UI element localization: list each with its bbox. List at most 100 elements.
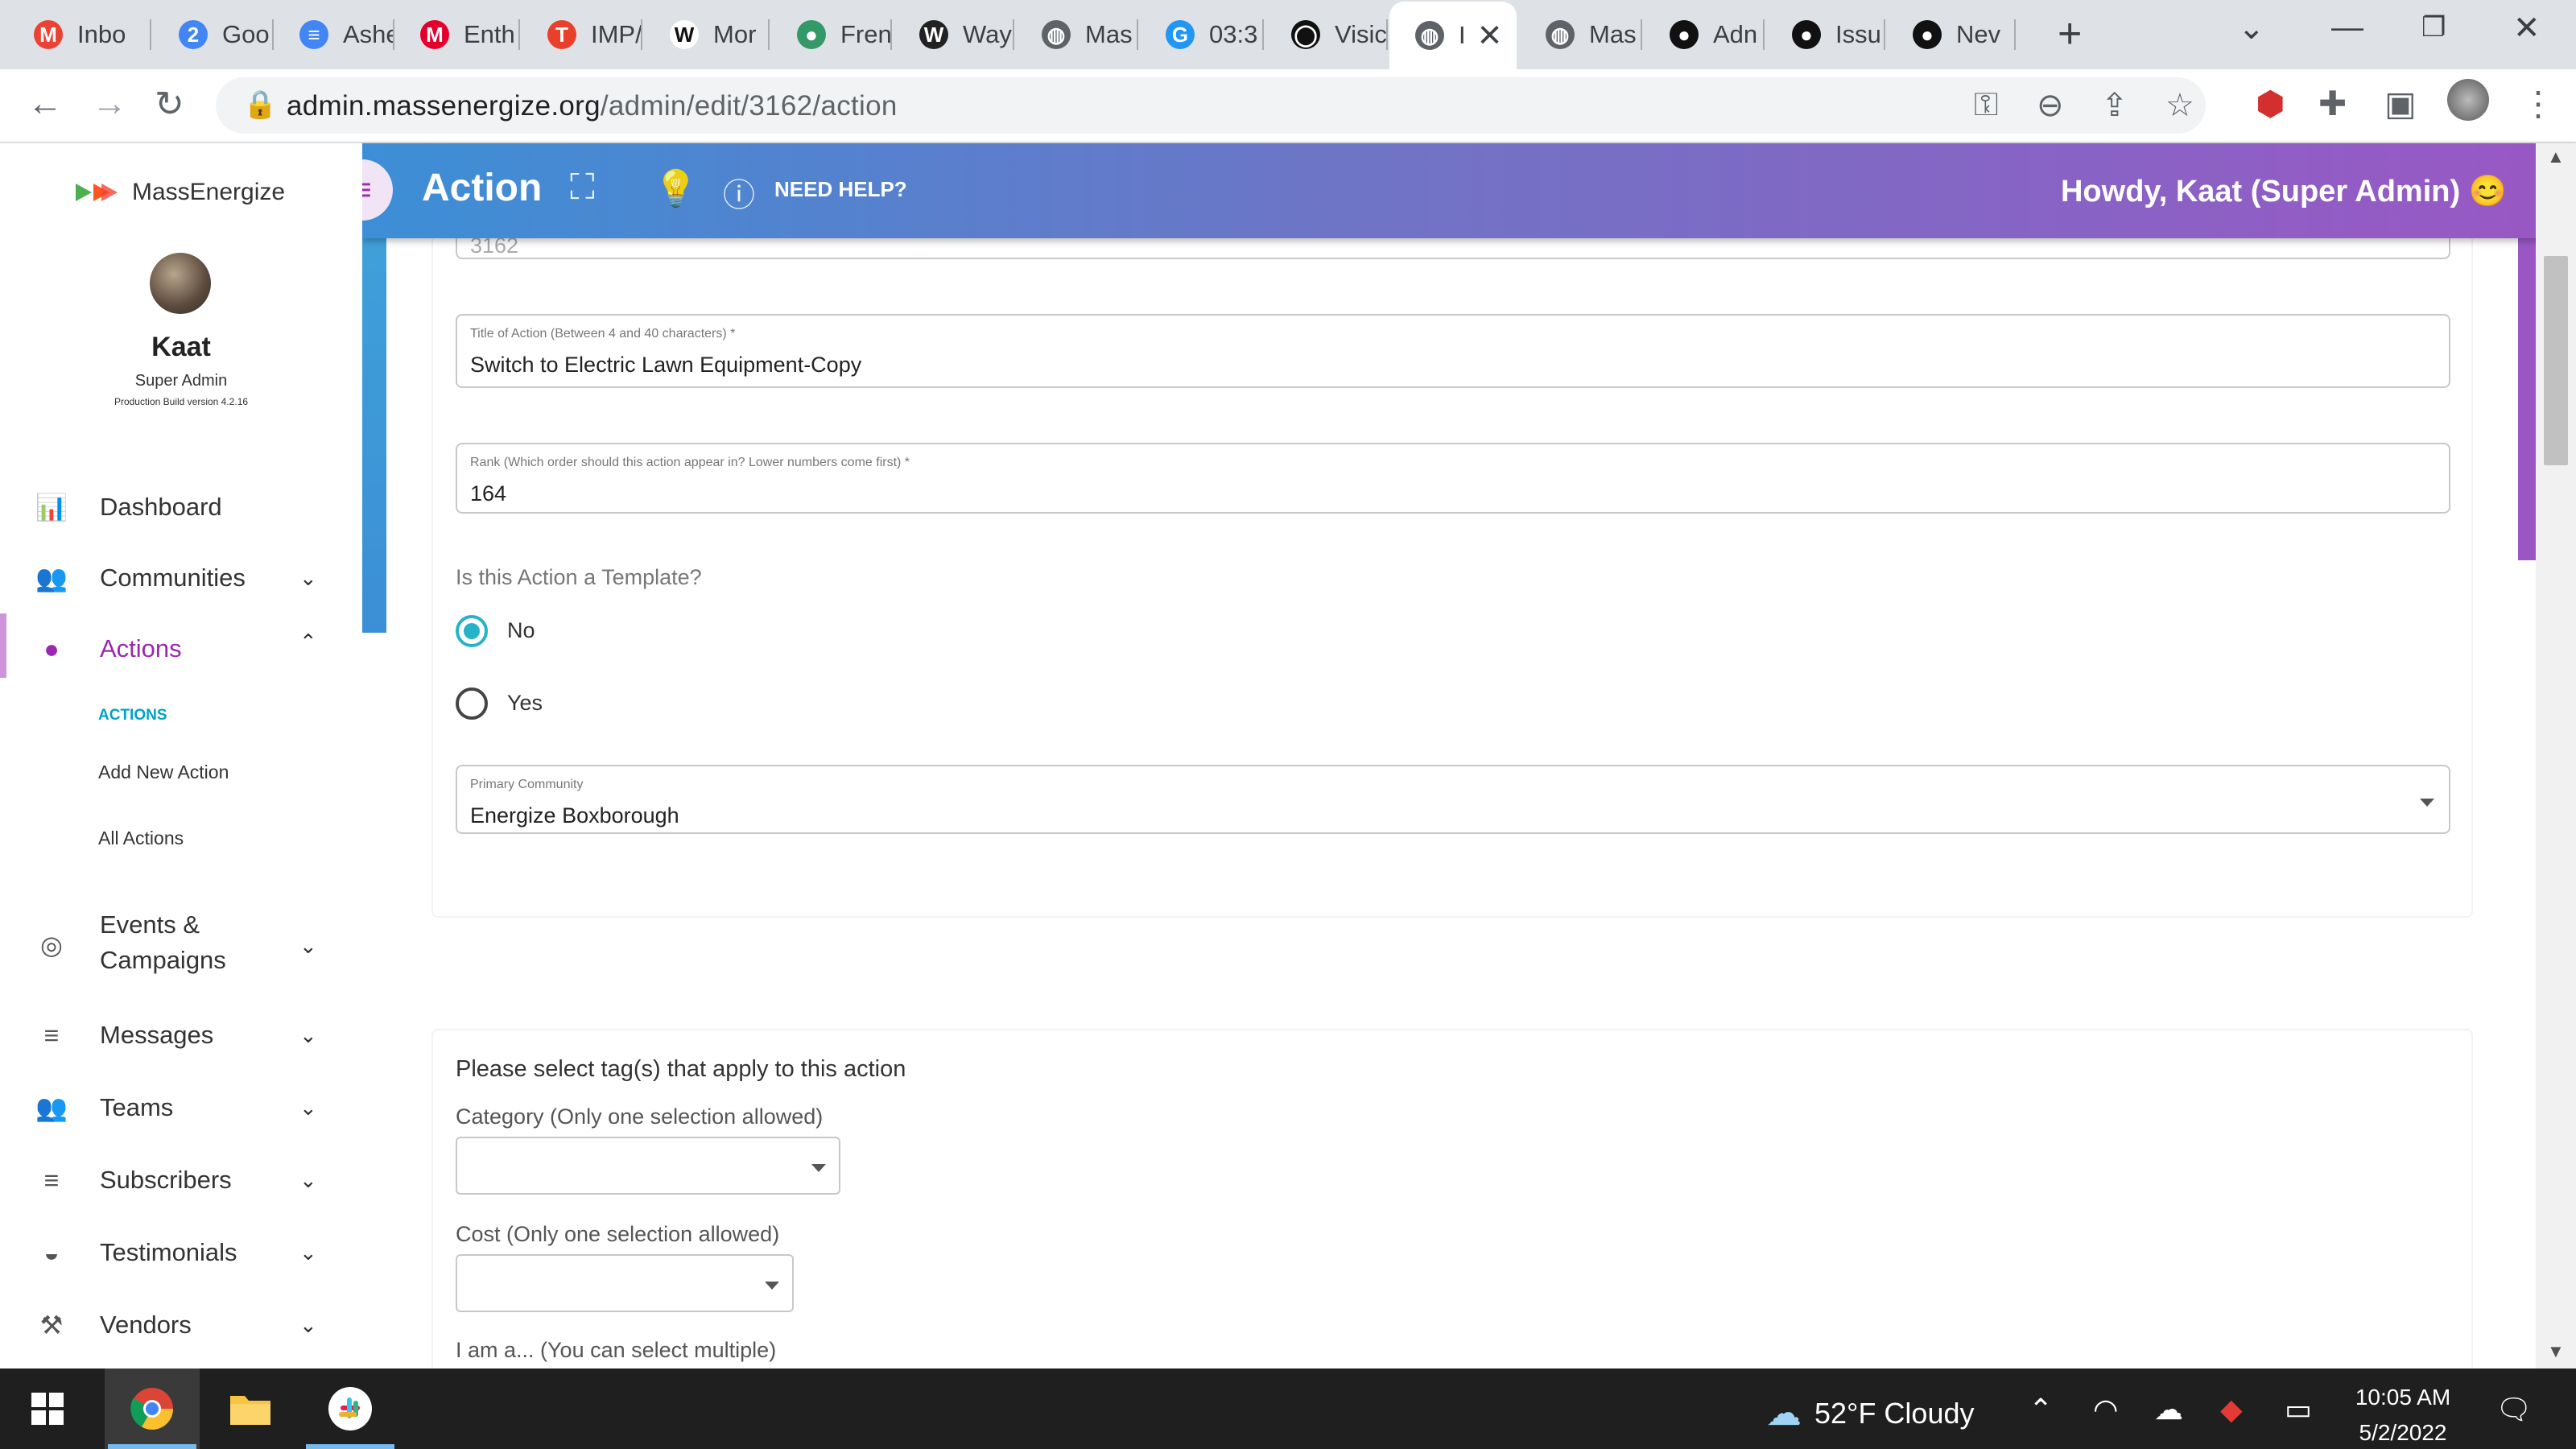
browser-tab[interactable]: ◍ Mas [1016, 0, 1138, 69]
extensions-puzzle-icon[interactable]: ✚ [2318, 84, 2347, 123]
gmail-icon: M [34, 20, 63, 49]
close-window-button[interactable]: ✕ [2513, 10, 2541, 47]
chevron-up-icon[interactable]: ⌃ [299, 630, 317, 654]
chevron-down-icon[interactable]: ⌄ [299, 934, 317, 959]
browser-tab[interactable]: ◯ Visic [1265, 0, 1388, 69]
help-icon[interactable]: ⓘ [723, 169, 755, 216]
reload-icon[interactable]: ↻ [155, 84, 184, 125]
chevron-down-icon[interactable]: ⌄ [299, 566, 317, 591]
template-radio-no[interactable] [456, 615, 488, 647]
sidebar-item-testimonials[interactable]: ◒ Testimonials ⌄ [0, 1227, 362, 1278]
weather-widget[interactable]: ☁ 52°F Cloudy [1766, 1393, 1975, 1434]
browser-tab[interactable]: ≡ Ashe [274, 0, 394, 69]
extension-badge-icon[interactable]: ⬢ [2256, 84, 2285, 123]
side-panel-icon[interactable]: ▣ [2384, 84, 2417, 123]
browser-tab[interactable]: ◍ I ✕ [1389, 2, 1517, 69]
user-greeting[interactable]: Howdy, Kaat (Super Admin) 😊 [2061, 174, 2507, 209]
sidebar-subitem-all-actions[interactable]: All Actions [98, 828, 184, 849]
rank-field-value[interactable]: 164 [470, 481, 506, 506]
sidebar-item-communities[interactable]: 👥 Communities ⌄ [0, 552, 362, 604]
fullscreen-icon[interactable]: ⛶ [570, 167, 595, 208]
browser-tab[interactable]: M Enth [394, 0, 520, 69]
page-scrollbar[interactable]: ▲ ▼ [2536, 143, 2576, 1368]
back-icon[interactable]: ← [27, 84, 63, 124]
sidebar-item-actions[interactable]: ● Actions ⌃ [0, 623, 362, 675]
lock-icon[interactable]: 🔒 [243, 89, 277, 121]
template-radio-yes[interactable] [456, 687, 488, 720]
taskbar-clock[interactable]: 10:05 AM 5/2/2022 [2351, 1380, 2455, 1449]
forward-icon[interactable]: → [92, 84, 127, 124]
browser-tab[interactable]: W Mor [644, 0, 770, 69]
close-tab-icon[interactable]: ✕ [1477, 18, 1503, 54]
avatar[interactable] [150, 253, 211, 314]
browser-tab[interactable]: ● Nev [1887, 0, 2016, 69]
restore-button[interactable]: ❐ [2421, 11, 2446, 43]
title-field[interactable]: Title of Action (Between 4 and 40 charac… [456, 314, 2450, 388]
sidebar-item-teams[interactable]: 👥 Teams ⌄ [0, 1082, 362, 1133]
profile-avatar[interactable] [2447, 79, 2489, 121]
browser-tab[interactable]: ● Issu [1766, 0, 1885, 69]
sidebar-subitem-actions[interactable]: ACTIONS [98, 707, 167, 724]
sidebar-item-events-campaigns[interactable]: ◎ Events & Campaigns ⌄ [0, 906, 362, 984]
onedrive-icon[interactable]: ☁ [2154, 1393, 2183, 1426]
sidebar-item-messages[interactable]: ≡ Messages ⌄ [0, 1009, 362, 1061]
chevron-down-icon[interactable]: ⌄ [299, 1313, 317, 1338]
share-icon[interactable]: ⇪ [2101, 87, 2128, 124]
browser-tab[interactable]: T IMP/ [522, 0, 642, 69]
windows-start-button[interactable] [0, 1368, 95, 1449]
dropdown-arrow-icon[interactable] [2420, 799, 2434, 807]
scroll-up-icon[interactable]: ▲ [2547, 147, 2565, 167]
key-icon[interactable]: ⚿ [1974, 87, 1998, 123]
sidebar-item-subscribers[interactable]: ≡ Subscribers ⌄ [0, 1154, 362, 1206]
browser-tab[interactable]: G 03:3 [1140, 0, 1264, 69]
battery-icon[interactable]: ▭ [2285, 1393, 2312, 1426]
wikipedia-icon: W [670, 20, 699, 49]
bookmark-star-icon[interactable]: ☆ [2165, 87, 2194, 124]
wifi-icon[interactable]: ◠ [2093, 1393, 2118, 1426]
chevron-down-icon[interactable]: ⌄ [299, 1168, 317, 1193]
template-option-no-label[interactable]: No [507, 618, 535, 643]
sidebar-item-label: Events & [100, 910, 200, 939]
chevron-down-icon[interactable]: ⌄ [299, 1023, 317, 1048]
brand-logo[interactable]: MassEnergize [74, 179, 285, 206]
sidebar-subitem-add-new-action[interactable]: Add New Action [98, 762, 229, 783]
category-select[interactable] [456, 1137, 840, 1195]
browser-tab[interactable]: ● Fren [771, 0, 892, 69]
scroll-down-icon[interactable]: ▼ [2547, 1341, 2565, 1362]
taskbar-chrome[interactable] [105, 1368, 200, 1449]
clock-date: 5/2/2022 [2359, 1420, 2447, 1445]
minimize-button[interactable]: — [2331, 10, 2363, 46]
browser-tab[interactable]: ● Adn [1644, 0, 1765, 69]
zoom-icon[interactable]: ⊖ [2037, 87, 2064, 124]
chevron-down-icon[interactable]: ⌄ [299, 1096, 317, 1121]
sidebar-item-label: Vendors [100, 1311, 192, 1339]
chrome-menu-icon[interactable]: ⋮ [2521, 84, 2555, 123]
address-bar[interactable]: 🔒 admin.massenergize.org/admin/edit/3162… [216, 77, 2206, 134]
primary-community-value[interactable]: Energize Boxborough [470, 803, 679, 828]
lightbulb-icon[interactable]: 💡 [654, 167, 698, 209]
cost-select[interactable] [456, 1254, 794, 1312]
notification-icon[interactable]: 🗨 [2496, 1393, 2533, 1426]
taskbar-file-explorer[interactable] [203, 1368, 298, 1449]
browser-tab[interactable]: ◍ Mas [1520, 0, 1642, 69]
dropdown-arrow-icon[interactable] [811, 1164, 826, 1172]
tab-search-icon[interactable]: ⌄ [2238, 10, 2265, 47]
rank-field[interactable]: Rank (Which order should this action app… [456, 443, 2450, 514]
show-hidden-icons-chevron-icon[interactable]: ⌃ [2029, 1393, 2053, 1426]
sidebar-item-vendors[interactable]: ⚒ Vendors ⌄ [0, 1299, 362, 1351]
dropbox-icon[interactable]: ◆ [2220, 1393, 2243, 1426]
title-field-value[interactable]: Switch to Electric Lawn Equipment-Copy [470, 353, 861, 378]
need-help-link[interactable]: NEED HELP? [774, 177, 907, 202]
chevron-down-icon[interactable]: ⌄ [299, 1241, 317, 1265]
primary-community-select[interactable]: Primary Community Energize Boxborough [456, 765, 2450, 834]
sidebar-item-dashboard[interactable]: 📊 Dashboard [0, 481, 362, 533]
scroll-thumb[interactable] [2544, 256, 2568, 465]
new-tab-button[interactable]: + [2058, 10, 2082, 58]
sidebar: MassEnergize Kaat Super Admin Production… [0, 143, 362, 1368]
dropdown-arrow-icon[interactable] [765, 1282, 779, 1290]
browser-tab[interactable]: W Way [894, 0, 1014, 69]
template-option-yes-label[interactable]: Yes [507, 691, 543, 716]
browser-tab[interactable]: 2 Goo [153, 0, 274, 69]
browser-tab[interactable]: M Inbo [8, 0, 151, 69]
taskbar-slack[interactable] [303, 1368, 398, 1449]
